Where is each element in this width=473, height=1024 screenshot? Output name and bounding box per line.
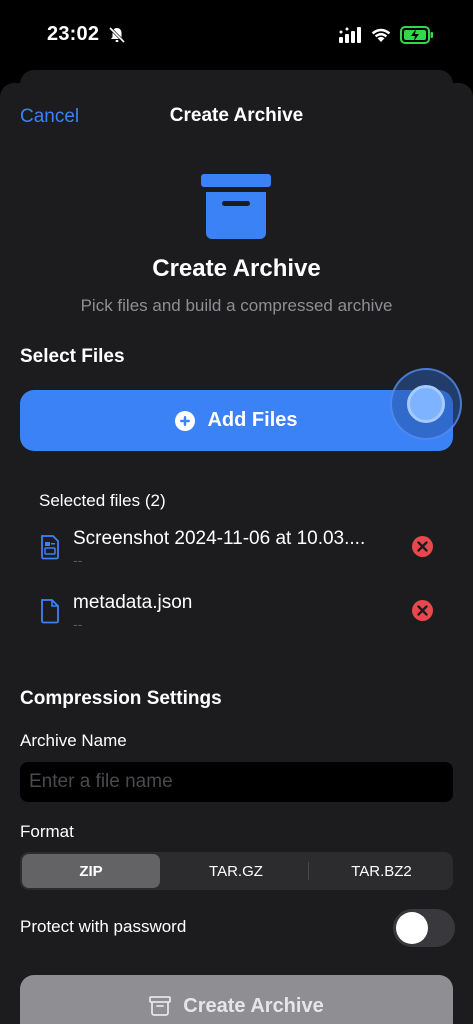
nav-title: Create Archive — [169, 105, 304, 126]
protect-password-label: Protect with password — [20, 917, 187, 936]
file-row: Screenshot 2024-11-06 at 10.03.... -- — [39, 528, 439, 578]
create-archive-button[interactable]: Create Archive — [20, 975, 453, 1024]
archivebox-icon — [201, 174, 271, 239]
protect-password-toggle[interactable] — [393, 909, 455, 947]
segment-divider — [308, 862, 309, 880]
remove-file-icon[interactable] — [412, 536, 433, 557]
wifi-icon — [371, 28, 391, 42]
archivebox-icon — [149, 996, 172, 1016]
format-option-tar-bz2[interactable]: TAR.BZ2 — [312, 854, 451, 888]
status-time: 23:02 — [47, 23, 100, 45]
touch-indicator-dot — [407, 385, 445, 423]
file-size: -- — [73, 616, 83, 632]
archive-name-input[interactable] — [20, 762, 453, 802]
file-row: metadata.json -- — [39, 592, 439, 642]
add-files-label: Add Files — [207, 409, 298, 431]
archive-name-label: Archive Name — [20, 731, 127, 750]
add-files-button[interactable]: Add Files — [20, 390, 453, 451]
remove-file-icon[interactable] — [412, 600, 433, 621]
plus-circle-icon — [175, 410, 196, 431]
format-label: Format — [20, 822, 74, 841]
select-files-heading: Select Files — [20, 346, 125, 367]
battery-charging-icon — [400, 26, 433, 44]
format-option-tar-gz[interactable]: TAR.GZ — [166, 854, 306, 888]
file-size: -- — [73, 552, 83, 568]
file-name: metadata.json — [73, 592, 193, 613]
toggle-knob — [396, 912, 428, 944]
file-name: Screenshot 2024-11-06 at 10.03.... — [73, 528, 366, 549]
cellular-signal-icon — [339, 27, 361, 43]
format-option-zip[interactable]: ZIP — [22, 854, 160, 888]
selected-files-header: Selected files (2) — [39, 491, 166, 510]
hero-title: Create Archive — [152, 255, 321, 282]
format-segmented-control: ZIP TAR.GZ TAR.BZ2 — [20, 852, 453, 890]
create-archive-label: Create Archive — [183, 995, 324, 1017]
status-bar: 23:02 — [0, 0, 473, 72]
document-icon — [41, 599, 59, 624]
bell-slash-icon — [108, 26, 126, 44]
compression-settings-heading: Compression Settings — [20, 688, 222, 709]
image-document-icon — [41, 535, 59, 560]
hero-subtitle: Pick files and build a compressed archiv… — [80, 296, 393, 315]
